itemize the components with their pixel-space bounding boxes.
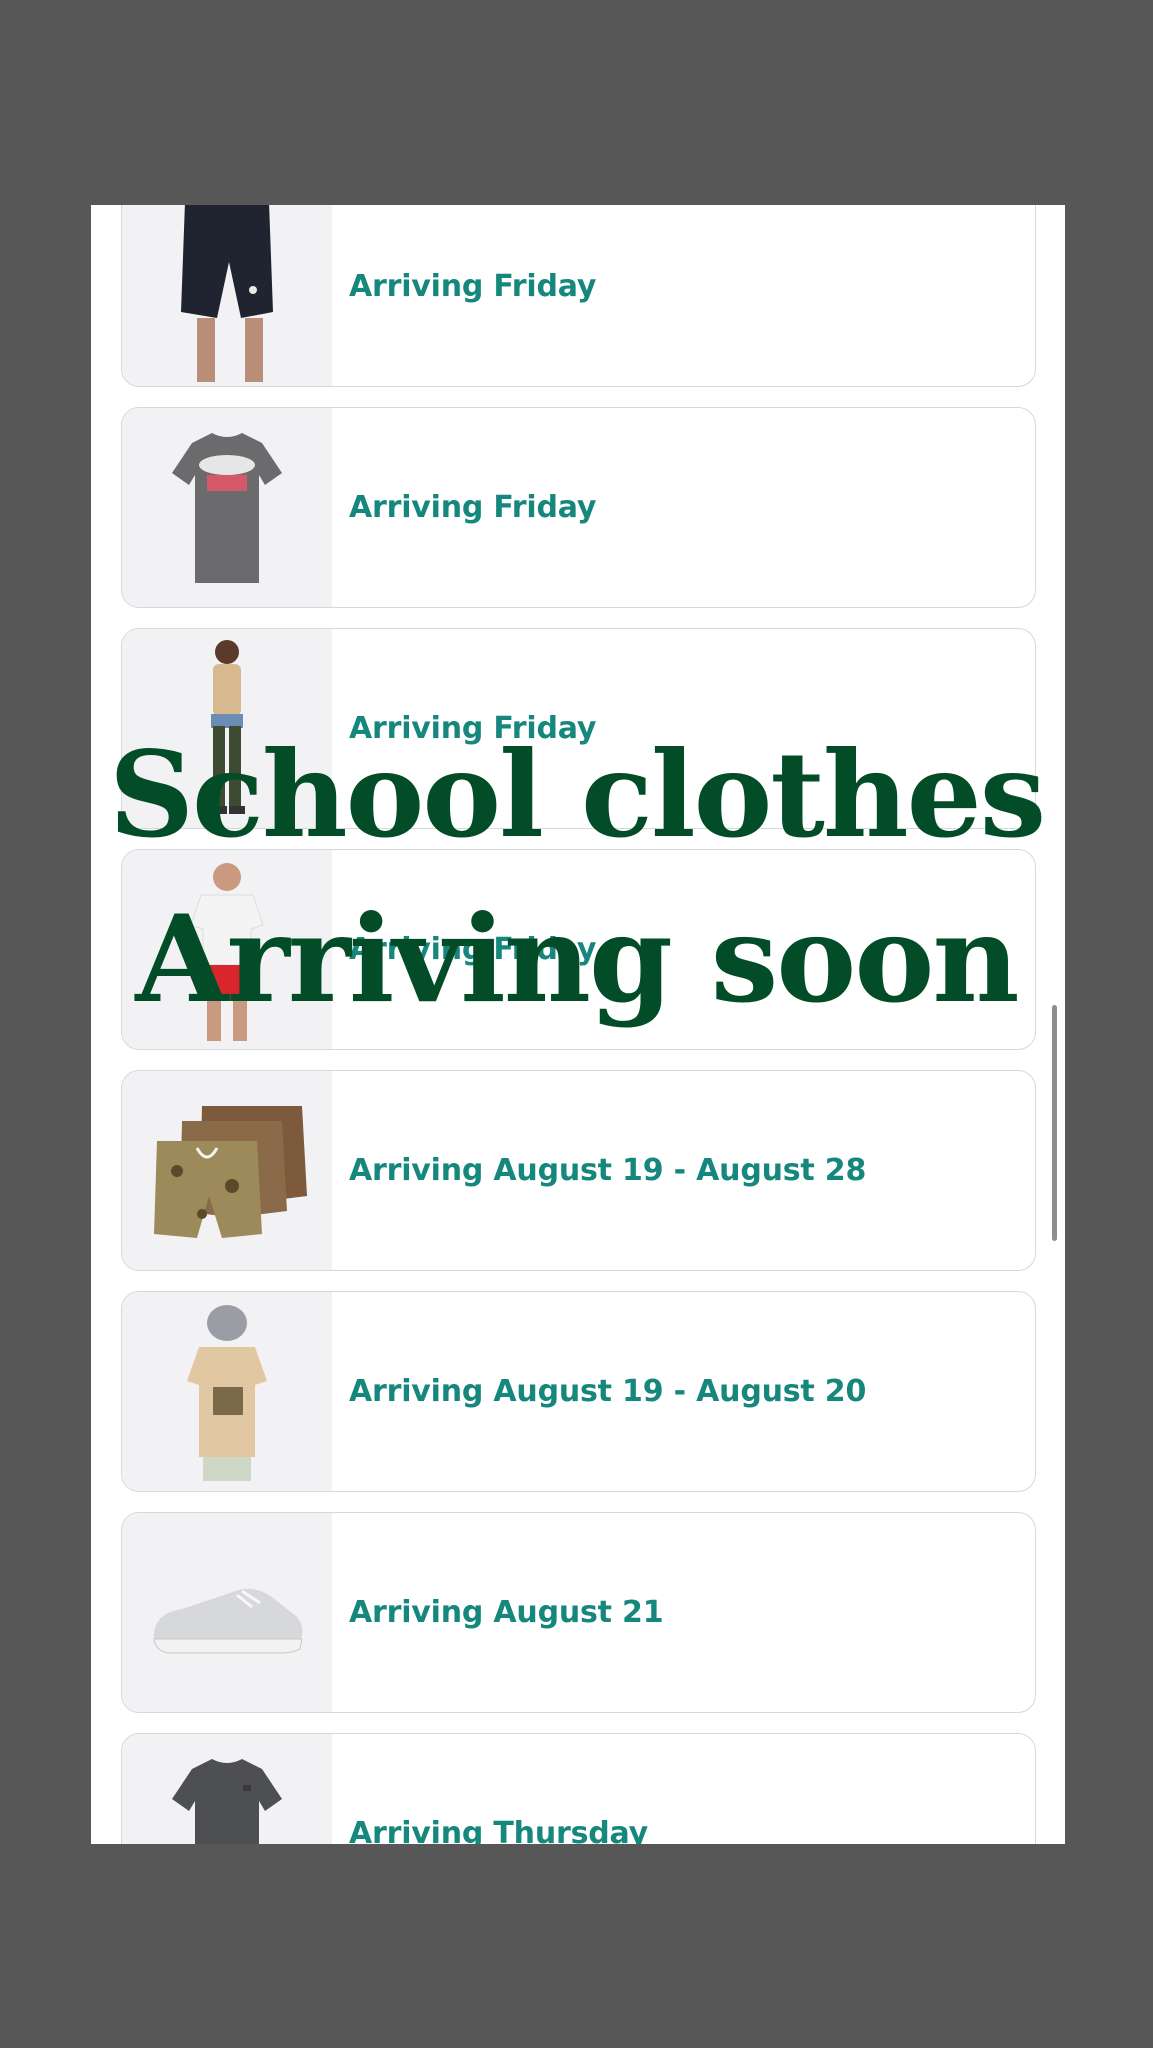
delivery-status: Arriving Thursday [349, 1816, 648, 1844]
product-image-dark-tshirt [122, 1734, 332, 1844]
order-card[interactable]: Arriving August 19 - August 28 [121, 1070, 1036, 1271]
product-image-gray-shoe [122, 1513, 332, 1712]
scrollbar[interactable] [1052, 1005, 1057, 1241]
product-image-boy-outfit [122, 629, 332, 828]
order-card[interactable]: Arriving August 19 - August 20 [121, 1291, 1036, 1492]
order-card[interactable]: Arriving Thursday [121, 1733, 1036, 1844]
product-image-camo-shorts [122, 1071, 332, 1270]
delivery-status: Arriving Friday [349, 269, 597, 304]
product-image-black-shorts [122, 205, 332, 386]
delivery-status: Arriving Friday [349, 932, 597, 967]
order-card[interactable]: Arriving August 21 [121, 1512, 1036, 1713]
product-image-gray-tshirt [122, 408, 332, 607]
delivery-status: Arriving Friday [349, 490, 597, 525]
screenshot-stage: Arriving Friday Arriving Friday Arriving… [0, 0, 1153, 2048]
order-card[interactable]: Arriving Friday [121, 628, 1036, 829]
delivery-status: Arriving August 19 - August 20 [349, 1374, 867, 1409]
orders-list: Arriving Friday Arriving Friday Arriving… [121, 205, 1036, 1844]
delivery-status: Arriving August 21 [349, 1595, 664, 1630]
product-image-white-tee-red-shorts [122, 850, 332, 1049]
orders-screen: Arriving Friday Arriving Friday Arriving… [91, 205, 1065, 1844]
product-image-kid-graphic-tee [122, 1292, 332, 1491]
order-card[interactable]: Arriving Friday [121, 205, 1036, 387]
order-card[interactable]: Arriving Friday [121, 849, 1036, 1050]
delivery-status: Arriving Friday [349, 711, 597, 746]
delivery-status: Arriving August 19 - August 28 [349, 1153, 867, 1188]
order-card[interactable]: Arriving Friday [121, 407, 1036, 608]
